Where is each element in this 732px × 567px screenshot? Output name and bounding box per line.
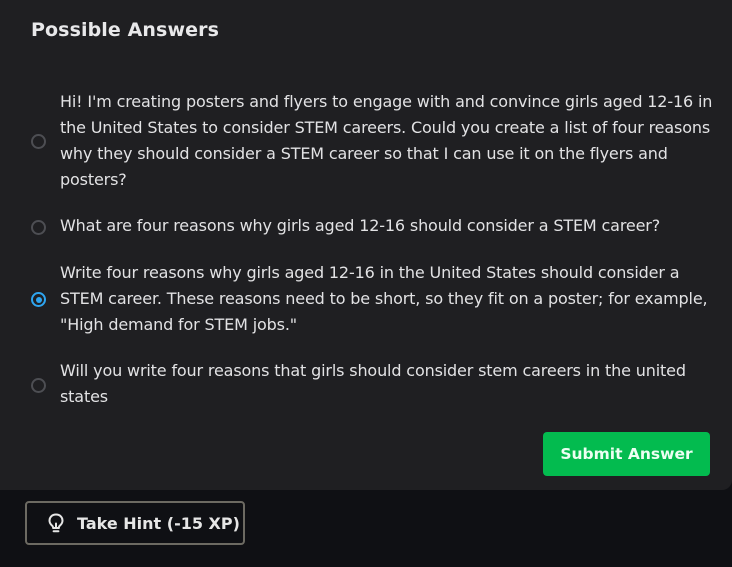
panel-title: Possible Answers	[31, 19, 219, 41]
possible-answers-panel: Possible Answers Hi! I'm creating poster…	[0, 0, 732, 490]
answer-text: Hi! I'm creating posters and flyers to e…	[60, 92, 713, 189]
answer-option-4[interactable]: Will you write four reasons that girls s…	[0, 358, 732, 412]
radio-button[interactable]	[31, 134, 46, 149]
answer-text: What are four reasons why girls aged 12-…	[60, 216, 661, 235]
lightbulb-icon	[47, 513, 65, 533]
answer-option-2[interactable]: What are four reasons why girls aged 12-…	[0, 213, 732, 243]
answer-text: Write four reasons why girls aged 12-16 …	[60, 263, 708, 334]
radio-button-selected[interactable]	[31, 292, 46, 307]
radio-button[interactable]	[31, 378, 46, 393]
take-hint-label: Take Hint (-15 XP)	[77, 513, 240, 533]
answer-text: Will you write four reasons that girls s…	[60, 361, 686, 406]
submit-answer-button[interactable]: Submit Answer	[543, 432, 710, 476]
answer-option-3[interactable]: Write four reasons why girls aged 12-16 …	[0, 260, 732, 340]
answer-option-1[interactable]: Hi! I'm creating posters and flyers to e…	[0, 89, 732, 195]
take-hint-button[interactable]: Take Hint (-15 XP)	[25, 501, 245, 545]
radio-button[interactable]	[31, 220, 46, 235]
